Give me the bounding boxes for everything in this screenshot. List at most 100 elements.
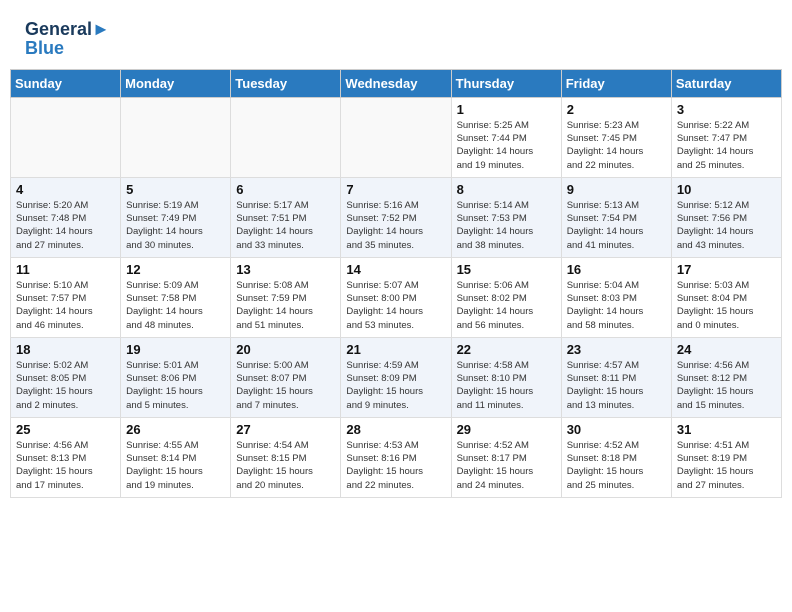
day-info: Sunrise: 5:22 AM Sunset: 7:47 PM Dayligh… (677, 119, 776, 172)
calendar-cell: 24 Sunrise: 4:56 AM Sunset: 8:12 PM Dayli… (671, 337, 781, 417)
calendar-cell: 14 Sunrise: 5:07 AM Sunset: 8:00 PM Dayli… (341, 257, 451, 337)
calendar-cell (231, 97, 341, 177)
day-info: Sunrise: 5:06 AM Sunset: 8:02 PM Dayligh… (457, 279, 556, 332)
calendar-cell: 15 Sunrise: 5:06 AM Sunset: 8:02 PM Dayli… (451, 257, 561, 337)
day-number: 6 (236, 182, 335, 197)
calendar-cell: 11 Sunrise: 5:10 AM Sunset: 7:57 PM Dayli… (11, 257, 121, 337)
calendar-cell: 4 Sunrise: 5:20 AM Sunset: 7:48 PM Daylig… (11, 177, 121, 257)
day-number: 15 (457, 262, 556, 277)
day-number: 27 (236, 422, 335, 437)
weekday-header-tuesday: Tuesday (231, 69, 341, 97)
day-info: Sunrise: 5:20 AM Sunset: 7:48 PM Dayligh… (16, 199, 115, 252)
day-number: 8 (457, 182, 556, 197)
calendar-cell: 28 Sunrise: 4:53 AM Sunset: 8:16 PM Dayli… (341, 417, 451, 497)
calendar-week-row: 11 Sunrise: 5:10 AM Sunset: 7:57 PM Dayli… (11, 257, 782, 337)
day-number: 29 (457, 422, 556, 437)
day-number: 19 (126, 342, 225, 357)
calendar-table: SundayMondayTuesdayWednesdayThursdayFrid… (10, 69, 782, 498)
calendar-header-row: SundayMondayTuesdayWednesdayThursdayFrid… (11, 69, 782, 97)
calendar-cell (341, 97, 451, 177)
day-info: Sunrise: 4:54 AM Sunset: 8:15 PM Dayligh… (236, 439, 335, 492)
day-number: 13 (236, 262, 335, 277)
calendar-cell: 5Sunrise: 5:19 AM Sunset: 7:49 PM Daylig… (121, 177, 231, 257)
calendar-week-row: 18Sunrise: 5:02 AM Sunset: 8:05 PM Dayli… (11, 337, 782, 417)
day-number: 25 (16, 422, 115, 437)
day-info: Sunrise: 5:17 AM Sunset: 7:51 PM Dayligh… (236, 199, 335, 252)
day-info: Sunrise: 4:56 AM Sunset: 8:12 PM Dayligh… (677, 359, 776, 412)
logo-text: General► (25, 20, 110, 40)
day-number: 28 (346, 422, 445, 437)
day-info: Sunrise: 5:00 AM Sunset: 8:07 PM Dayligh… (236, 359, 335, 412)
day-number: 20 (236, 342, 335, 357)
day-number: 9 (567, 182, 666, 197)
calendar-cell: 19 Sunrise: 5:01 AM Sunset: 8:06 PM Dayli… (121, 337, 231, 417)
day-number: 3 (677, 102, 776, 117)
calendar-cell: 26Sunrise: 4:55 AM Sunset: 8:14 PM Dayli… (121, 417, 231, 497)
calendar-cell (121, 97, 231, 177)
day-info: Sunrise: 5:12 AM Sunset: 7:56 PM Dayligh… (677, 199, 776, 252)
day-number: 2 (567, 102, 666, 117)
calendar-cell: 22 Sunrise: 4:58 AM Sunset: 8:10 PM Dayli… (451, 337, 561, 417)
day-info: Sunrise: 4:55 AM Sunset: 8:14 PM Dayligh… (126, 439, 225, 492)
weekday-header-thursday: Thursday (451, 69, 561, 97)
day-number: 30 (567, 422, 666, 437)
day-number: 17 (677, 262, 776, 277)
calendar-week-row: 1 Sunrise: 5:25 AM Sunset: 7:44 PM Daylig… (11, 97, 782, 177)
day-info: Sunrise: 5:25 AM Sunset: 7:44 PM Dayligh… (457, 119, 556, 172)
day-info: Sunrise: 5:10 AM Sunset: 7:57 PM Dayligh… (16, 279, 115, 332)
calendar-cell: 6 Sunrise: 5:17 AM Sunset: 7:51 PM Daylig… (231, 177, 341, 257)
calendar-cell: 20 Sunrise: 5:00 AM Sunset: 8:07 PM Dayli… (231, 337, 341, 417)
calendar-cell: 9 Sunrise: 5:13 AM Sunset: 7:54 PM Daylig… (561, 177, 671, 257)
day-info: Sunrise: 5:08 AM Sunset: 7:59 PM Dayligh… (236, 279, 335, 332)
day-info: Sunrise: 5:23 AM Sunset: 7:45 PM Dayligh… (567, 119, 666, 172)
day-number: 5 (126, 182, 225, 197)
day-number: 23 (567, 342, 666, 357)
calendar-cell: 2 Sunrise: 5:23 AM Sunset: 7:45 PM Daylig… (561, 97, 671, 177)
day-number: 12 (126, 262, 225, 277)
day-number: 16 (567, 262, 666, 277)
day-info: Sunrise: 4:52 AM Sunset: 8:17 PM Dayligh… (457, 439, 556, 492)
logo-blue: Blue (25, 38, 110, 59)
day-number: 7 (346, 182, 445, 197)
day-info: Sunrise: 5:16 AM Sunset: 7:52 PM Dayligh… (346, 199, 445, 252)
calendar-cell: 23Sunrise: 4:57 AM Sunset: 8:11 PM Dayli… (561, 337, 671, 417)
day-number: 14 (346, 262, 445, 277)
calendar-cell: 18Sunrise: 5:02 AM Sunset: 8:05 PM Dayli… (11, 337, 121, 417)
calendar-cell: 25 Sunrise: 4:56 AM Sunset: 8:13 PM Dayli… (11, 417, 121, 497)
day-info: Sunrise: 4:52 AM Sunset: 8:18 PM Dayligh… (567, 439, 666, 492)
day-number: 11 (16, 262, 115, 277)
weekday-header-friday: Friday (561, 69, 671, 97)
weekday-header-wednesday: Wednesday (341, 69, 451, 97)
calendar-cell: 21Sunrise: 4:59 AM Sunset: 8:09 PM Dayli… (341, 337, 451, 417)
day-info: Sunrise: 5:03 AM Sunset: 8:04 PM Dayligh… (677, 279, 776, 332)
weekday-header-sunday: Sunday (11, 69, 121, 97)
calendar-cell (11, 97, 121, 177)
day-number: 22 (457, 342, 556, 357)
calendar-cell: 16Sunrise: 5:04 AM Sunset: 8:03 PM Dayli… (561, 257, 671, 337)
day-number: 31 (677, 422, 776, 437)
day-info: Sunrise: 5:09 AM Sunset: 7:58 PM Dayligh… (126, 279, 225, 332)
day-info: Sunrise: 4:53 AM Sunset: 8:16 PM Dayligh… (346, 439, 445, 492)
day-info: Sunrise: 5:01 AM Sunset: 8:06 PM Dayligh… (126, 359, 225, 412)
day-info: Sunrise: 4:56 AM Sunset: 8:13 PM Dayligh… (16, 439, 115, 492)
calendar-cell: 30 Sunrise: 4:52 AM Sunset: 8:18 PM Dayli… (561, 417, 671, 497)
day-info: Sunrise: 5:14 AM Sunset: 7:53 PM Dayligh… (457, 199, 556, 252)
day-number: 10 (677, 182, 776, 197)
day-number: 21 (346, 342, 445, 357)
day-number: 1 (457, 102, 556, 117)
day-number: 24 (677, 342, 776, 357)
day-number: 4 (16, 182, 115, 197)
page-header: General► Blue (10, 10, 782, 64)
calendar-cell: 8 Sunrise: 5:14 AM Sunset: 7:53 PM Daylig… (451, 177, 561, 257)
calendar-week-row: 25 Sunrise: 4:56 AM Sunset: 8:13 PM Dayli… (11, 417, 782, 497)
calendar-cell: 13 Sunrise: 5:08 AM Sunset: 7:59 PM Dayli… (231, 257, 341, 337)
calendar-cell: 1 Sunrise: 5:25 AM Sunset: 7:44 PM Daylig… (451, 97, 561, 177)
weekday-header-monday: Monday (121, 69, 231, 97)
day-info: Sunrise: 4:58 AM Sunset: 8:10 PM Dayligh… (457, 359, 556, 412)
calendar-cell: 3 Sunrise: 5:22 AM Sunset: 7:47 PM Daylig… (671, 97, 781, 177)
day-info: Sunrise: 5:07 AM Sunset: 8:00 PM Dayligh… (346, 279, 445, 332)
day-info: Sunrise: 5:13 AM Sunset: 7:54 PM Dayligh… (567, 199, 666, 252)
calendar-cell: 17 Sunrise: 5:03 AM Sunset: 8:04 PM Dayli… (671, 257, 781, 337)
logo: General► Blue (25, 20, 110, 59)
calendar-cell: 29 Sunrise: 4:52 AM Sunset: 8:17 PM Dayli… (451, 417, 561, 497)
